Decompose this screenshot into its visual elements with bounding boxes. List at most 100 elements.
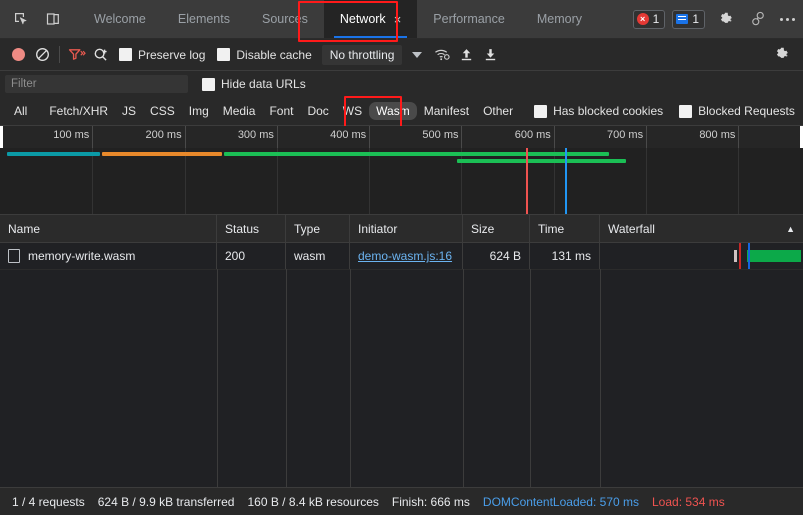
disable-cache-checkbox[interactable]: Disable cache — [217, 48, 311, 62]
import-har-button[interactable] — [454, 43, 478, 67]
column-header-initiator[interactable]: Initiator — [350, 215, 463, 242]
initiator-link[interactable]: demo-wasm.js:16 — [358, 249, 452, 263]
column-header-type[interactable]: Type — [286, 215, 350, 242]
tab-memory[interactable]: Memory — [521, 0, 598, 38]
preserve-log-checkbox[interactable]: Preserve log — [119, 48, 205, 62]
error-count-badge[interactable]: × 1 — [633, 10, 666, 29]
overview-request-bar — [457, 159, 626, 163]
blocked-requests-checkbox[interactable]: Blocked Requests — [679, 104, 795, 118]
tab-welcome[interactable]: Welcome — [78, 0, 162, 38]
message-count-badge[interactable]: 1 — [672, 10, 705, 29]
waterfall-queue-bar — [734, 250, 737, 262]
throttling-select[interactable]: No throttling — [322, 45, 403, 65]
dots-menu-icon[interactable] — [778, 18, 795, 21]
ruler-tick-label: 600 ms — [515, 129, 551, 141]
overview-gridline — [369, 148, 370, 214]
network-overview[interactable]: 100 ms200 ms300 ms400 ms500 ms600 ms700 … — [0, 126, 803, 215]
chevron-down-icon[interactable] — [412, 52, 422, 58]
waterfall-dcl-line — [739, 243, 741, 269]
checkbox-box — [217, 48, 230, 61]
record-button[interactable] — [6, 43, 30, 67]
type-filter-all[interactable]: All — [7, 102, 34, 120]
checkbox-box — [679, 105, 692, 118]
dom-content-loaded-time: DOMContentLoaded: 570 ms — [483, 495, 639, 509]
column-header-label: Size — [471, 222, 494, 236]
ruler-tick: 100 ms — [92, 126, 93, 148]
checkbox-box — [119, 48, 132, 61]
more-options-icon[interactable] — [745, 6, 771, 32]
message-icon — [676, 14, 688, 24]
ruler-tick: 500 ms — [461, 126, 462, 148]
type-filter-js[interactable]: JS — [115, 102, 143, 120]
type-filter-manifest[interactable]: Manifest — [417, 102, 476, 120]
finish-time: Finish: 666 ms — [392, 495, 470, 509]
inspect-element-icon[interactable] — [8, 6, 34, 32]
hide-data-urls-label: Hide data URLs — [221, 77, 306, 91]
clear-button[interactable] — [30, 43, 54, 67]
type-filter-fetch-xhr[interactable]: Fetch/XHR — [42, 102, 115, 120]
ruler-tick: 200 ms — [185, 126, 186, 148]
search-input[interactable] — [5, 75, 188, 93]
error-count: 1 — [653, 12, 660, 26]
column-header-time[interactable]: Time — [530, 215, 600, 242]
type-filter-img[interactable]: Img — [182, 102, 216, 120]
overview-graph[interactable] — [0, 148, 803, 214]
request-count: 1 / 4 requests — [12, 495, 85, 509]
gear-icon[interactable] — [712, 6, 738, 32]
network-conditions-button[interactable] — [430, 43, 454, 67]
hide-data-urls-checkbox[interactable]: Hide data URLs — [202, 77, 306, 91]
transferred-size: 624 B / 9.9 kB transferred — [98, 495, 235, 509]
type-filter-wasm[interactable]: Wasm — [369, 102, 417, 120]
ruler-tick-label: 200 ms — [146, 129, 182, 141]
filter-bar: Hide data URLs — [0, 71, 803, 97]
overview-gridline — [92, 148, 93, 214]
tab-performance[interactable]: Performance — [417, 0, 521, 38]
table-row[interactable]: memory-write.wasm200wasmdemo-wasm.js:166… — [0, 243, 803, 270]
export-har-button[interactable] — [478, 43, 502, 67]
filter-button[interactable] — [65, 43, 89, 67]
column-header-status[interactable]: Status — [217, 215, 286, 242]
overview-gridline — [277, 148, 278, 214]
tab-elements[interactable]: Elements — [162, 0, 246, 38]
cell-waterfall — [600, 243, 803, 269]
cell-time: 131 ms — [530, 243, 600, 269]
tab-sources[interactable]: Sources — [246, 0, 324, 38]
toolbar-divider — [59, 46, 60, 63]
device-toolbar-icon[interactable] — [40, 6, 66, 32]
ruler-tick: 700 ms — [646, 126, 647, 148]
overview-gridline — [738, 148, 739, 214]
column-header-name[interactable]: Name — [0, 215, 217, 242]
cell-value: 624 B — [490, 249, 521, 263]
search-button[interactable] — [89, 43, 113, 67]
ruler-tick: 400 ms — [369, 126, 370, 148]
has-blocked-cookies-label: Has blocked cookies — [553, 104, 663, 118]
tabbar-right-controls: × 1 1 — [633, 6, 803, 32]
type-filter-other[interactable]: Other — [476, 102, 520, 120]
tab-network[interactable]: Network × — [324, 0, 417, 38]
column-header-label: Status — [225, 222, 259, 236]
table-body: memory-write.wasm200wasmdemo-wasm.js:166… — [0, 243, 803, 487]
ruler-tick-label: 700 ms — [607, 129, 643, 141]
type-filter-font[interactable]: Font — [262, 102, 300, 120]
column-header-waterfall[interactable]: Waterfall▲ — [600, 215, 803, 242]
type-filter-doc[interactable]: Doc — [300, 102, 335, 120]
network-settings-gear-icon[interactable] — [769, 43, 793, 67]
panel-tabs: Welcome Elements Sources Network × Perfo… — [78, 0, 598, 38]
type-filter-ws[interactable]: WS — [336, 102, 369, 120]
devtools-window: Welcome Elements Sources Network × Perfo… — [0, 0, 803, 515]
type-filter-media[interactable]: Media — [216, 102, 263, 120]
tab-label: Welcome — [94, 12, 146, 26]
type-filter-css[interactable]: CSS — [143, 102, 182, 120]
overview-dcl-line — [526, 148, 528, 214]
ruler-tick-label: 100 ms — [53, 129, 89, 141]
tab-label: Network — [340, 12, 386, 26]
cell-initiator: demo-wasm.js:16 — [350, 243, 463, 269]
error-glyph: × — [640, 15, 645, 24]
column-header-label: Time — [538, 222, 564, 236]
column-header-size[interactable]: Size — [463, 215, 530, 242]
waterfall-load-line — [748, 243, 750, 269]
close-icon[interactable]: × — [394, 13, 402, 26]
has-blocked-cookies-checkbox[interactable]: Has blocked cookies — [534, 104, 663, 118]
column-header-label: Name — [8, 222, 40, 236]
ruler-tick: 800 ms — [738, 126, 739, 148]
